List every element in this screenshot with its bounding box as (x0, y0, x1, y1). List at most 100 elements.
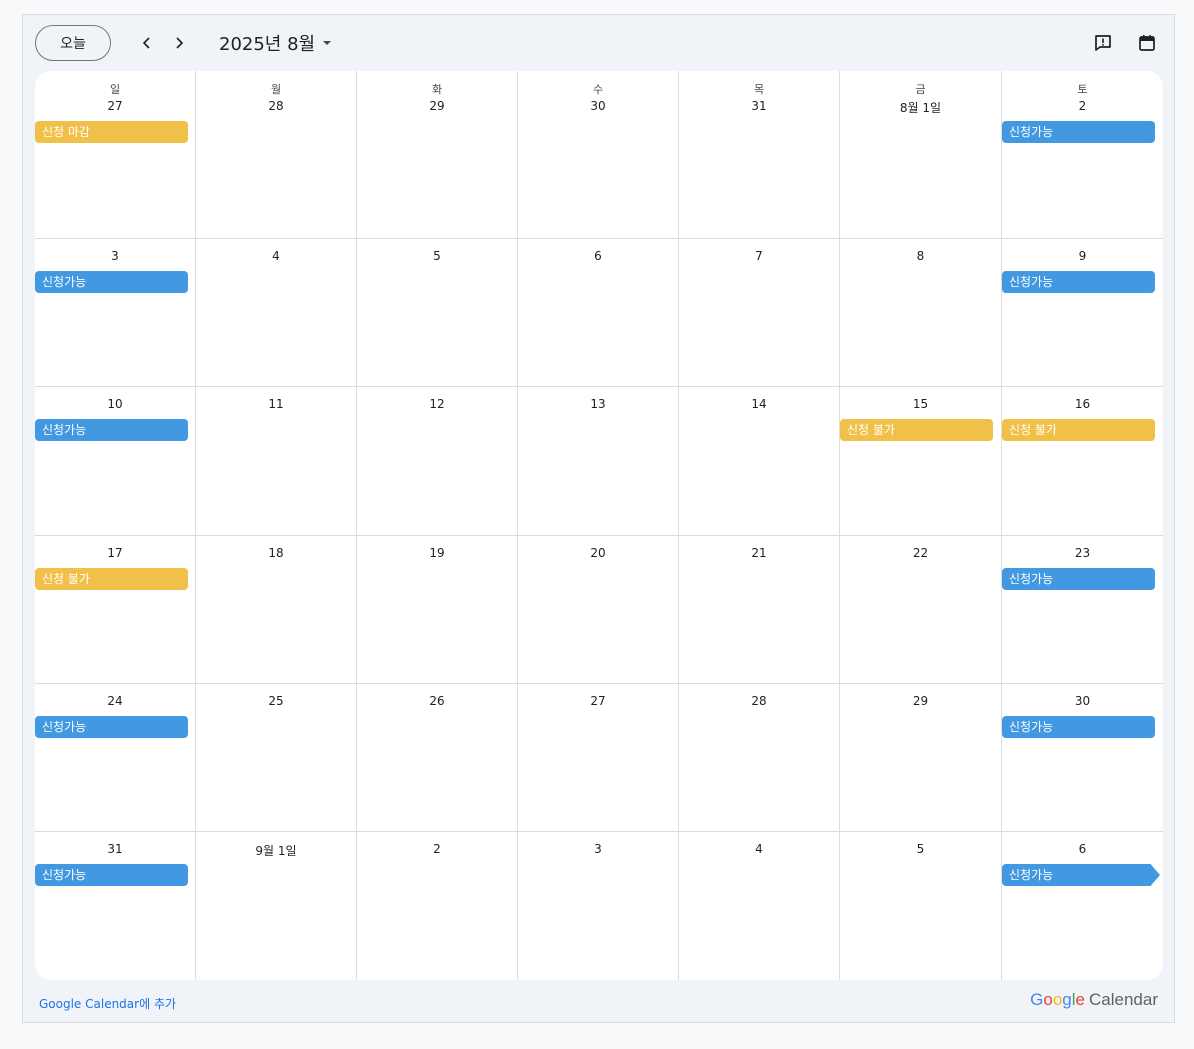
day-cell[interactable]: 6 (518, 239, 679, 387)
day-cell[interactable]: 8 (840, 239, 1002, 387)
event-chip[interactable]: 신청가능 (1002, 716, 1155, 738)
day-cell[interactable]: 15 신청 불가 (840, 387, 1002, 536)
event-chip[interactable]: 신청가능 (1002, 271, 1155, 293)
day-number: 8월 1일 (899, 101, 942, 115)
event-chip[interactable]: 신청 불가 (35, 568, 188, 590)
day-cell[interactable]: 16 신청 불가 (1002, 387, 1163, 536)
day-cell[interactable]: 13 (518, 387, 679, 536)
weekday-header: 화 (431, 83, 443, 96)
day-cell[interactable]: 31 신청가능 (35, 832, 196, 980)
day-cell[interactable]: 금 8월 1일 (840, 71, 1002, 239)
day-cell[interactable]: 6 신청가능 (1002, 832, 1163, 980)
day-cell[interactable]: 7 (679, 239, 840, 387)
day-number: 12 (429, 397, 445, 411)
day-number: 20 (590, 546, 606, 560)
toolbar: 오늘 2025년 8월 (23, 15, 1174, 71)
weekday-header: 금 (915, 83, 926, 96)
day-cell[interactable]: 22 (840, 536, 1002, 684)
add-to-google-calendar-link[interactable]: Google Calendar에 추가 (39, 995, 176, 1012)
day-cell[interactable]: 2 (357, 832, 518, 980)
day-cell[interactable]: 월 28 (196, 71, 357, 239)
event-chip[interactable]: 신청가능 (1002, 121, 1155, 143)
day-cell[interactable]: 수 30 (518, 71, 679, 239)
event-chip[interactable]: 신청 불가 (1002, 419, 1155, 441)
day-cell[interactable]: 12 (357, 387, 518, 536)
day-number: 23 (1074, 546, 1091, 560)
day-cell[interactable]: 20 (518, 536, 679, 684)
event-chip[interactable]: 신청가능 (35, 419, 188, 441)
today-button[interactable]: 오늘 (35, 25, 111, 61)
next-month-button[interactable] (165, 29, 193, 57)
day-cell[interactable]: 4 (679, 832, 840, 980)
day-cell[interactable]: 14 (679, 387, 840, 536)
day-cell[interactable]: 4 (196, 239, 357, 387)
weekday-header: 토 (1077, 83, 1088, 96)
prev-month-button[interactable] (133, 29, 161, 57)
day-number: 7 (755, 249, 763, 263)
day-number: 9 (1078, 249, 1087, 263)
event-chip[interactable]: 신청가능 (1002, 864, 1160, 886)
weekday-header: 일 (109, 83, 121, 96)
day-cell[interactable]: 28 (679, 684, 840, 832)
caret-down-icon (323, 41, 332, 45)
day-number: 14 (751, 397, 767, 411)
day-cell[interactable]: 25 (196, 684, 357, 832)
day-number: 4 (272, 249, 280, 263)
chevron-left-icon (142, 37, 150, 49)
day-cell[interactable]: 일 27 신청 마감 (35, 71, 196, 239)
day-number: 15 (912, 397, 929, 411)
day-number: 4 (755, 842, 763, 856)
day-cell[interactable]: 9월 1일 (196, 832, 357, 980)
weekday-header: 수 (592, 83, 604, 96)
calendar-icon (1139, 35, 1155, 51)
day-number: 6 (1078, 842, 1087, 856)
day-number: 9월 1일 (255, 844, 297, 858)
day-number: 24 (107, 694, 123, 708)
day-number: 31 (107, 842, 123, 856)
day-cell[interactable]: 19 (357, 536, 518, 684)
event-chip[interactable]: 신청 마감 (35, 121, 188, 143)
day-cell[interactable]: 30 신청가능 (1002, 684, 1163, 832)
day-number: 6 (594, 249, 602, 263)
day-cell[interactable]: 23 신청가능 (1002, 536, 1163, 684)
event-chip[interactable]: 신청가능 (1002, 568, 1155, 590)
day-cell[interactable]: 24 신청가능 (35, 684, 196, 832)
day-cell[interactable]: 3 신청가능 (35, 239, 196, 387)
day-cell[interactable]: 화 29 (357, 71, 518, 239)
day-number: 2 (1078, 99, 1087, 113)
day-cell[interactable]: 9 신청가능 (1002, 239, 1163, 387)
day-cell[interactable]: 3 (518, 832, 679, 980)
day-number: 19 (429, 546, 445, 560)
google-calendar-logo: Google Calendar (1030, 990, 1158, 1010)
month-selector[interactable]: 2025년 8월 (219, 29, 333, 57)
day-cell[interactable]: 10 신청가능 (35, 387, 196, 536)
day-cell[interactable]: 목 31 (679, 71, 840, 239)
day-number: 22 (912, 546, 929, 560)
event-chip[interactable]: 신청가능 (35, 716, 188, 738)
day-number: 5 (433, 249, 441, 263)
day-number: 13 (590, 397, 606, 411)
day-cell[interactable]: 5 (840, 832, 1002, 980)
day-cell[interactable]: 29 (840, 684, 1002, 832)
day-number: 2 (433, 842, 441, 856)
day-cell[interactable]: 27 (518, 684, 679, 832)
day-cell[interactable]: 토 2 신청가능 (1002, 71, 1163, 239)
day-cell[interactable]: 26 (357, 684, 518, 832)
day-number: 21 (751, 546, 767, 560)
event-chip[interactable]: 신청가능 (35, 271, 188, 293)
day-number: 28 (751, 694, 767, 708)
weekday-header: 목 (753, 83, 765, 96)
day-cell[interactable]: 5 (357, 239, 518, 387)
day-cell[interactable]: 18 (196, 536, 357, 684)
day-cell[interactable]: 21 (679, 536, 840, 684)
feedback-button[interactable] (1089, 29, 1117, 57)
event-chip[interactable]: 신청 불가 (840, 419, 993, 441)
day-number: 28 (268, 99, 284, 113)
day-number: 17 (107, 546, 123, 560)
open-calendar-button[interactable] (1133, 29, 1161, 57)
day-number: 11 (268, 397, 284, 411)
event-chip[interactable]: 신청가능 (35, 864, 188, 886)
day-cell[interactable]: 17 신청 불가 (35, 536, 196, 684)
day-number: 30 (590, 99, 606, 113)
day-cell[interactable]: 11 (196, 387, 357, 536)
